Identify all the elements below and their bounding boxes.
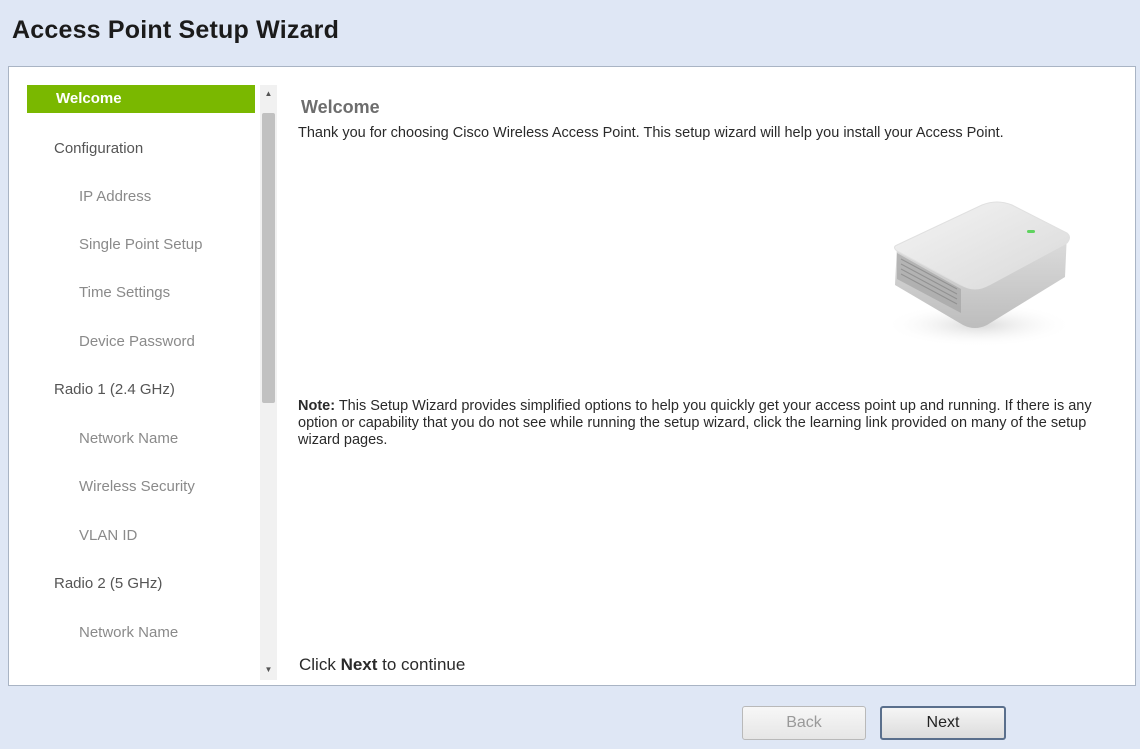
wizard-content-frame: Welcome Configuration IP Address Single … (8, 66, 1136, 686)
access-point-device-icon (884, 201, 1074, 347)
nav-item-network-name-radio-2[interactable]: Network Name (27, 618, 267, 648)
nav-item-ip-address[interactable]: IP Address (27, 182, 267, 212)
continue-suffix: to continue (377, 655, 466, 674)
page-heading: Welcome (301, 97, 380, 117)
title-bar: Access Point Setup Wizard (0, 0, 1140, 66)
note-text: Note: This Setup Wizard provides simplif… (298, 398, 1128, 449)
next-button[interactable]: Next (880, 706, 1006, 740)
nav-item-device-password[interactable]: Device Password (27, 327, 267, 357)
sidebar-scrollbar[interactable]: ▲ ▼ (260, 85, 277, 680)
continue-bold-next: Next (340, 655, 378, 674)
nav-item-vlan-id[interactable]: VLAN ID (27, 521, 267, 551)
scroll-down-arrow-icon[interactable]: ▼ (260, 663, 277, 677)
scroll-up-arrow-icon[interactable]: ▲ (260, 87, 277, 101)
nav-item-time-settings[interactable]: Time Settings (27, 278, 267, 308)
note-body: This Setup Wizard provides simplified op… (298, 398, 1092, 448)
nav-item-wireless-security[interactable]: Wireless Security (27, 472, 267, 502)
scrollbar-thumb[interactable] (262, 113, 275, 403)
nav-item-radio-2[interactable]: Radio 2 (5 GHz) (27, 569, 267, 599)
intro-text: Thank you for choosing Cisco Wireless Ac… (298, 125, 1004, 141)
continue-instruction: Click Next to continue (299, 655, 465, 675)
nav-item-network-name-radio-1[interactable]: Network Name (27, 424, 267, 454)
nav-item-single-point-setup[interactable]: Single Point Setup (27, 230, 267, 260)
continue-prefix: Click (299, 655, 341, 674)
nav-item-radio-1[interactable]: Radio 1 (2.4 GHz) (27, 375, 267, 405)
nav-item-configuration[interactable]: Configuration (27, 134, 267, 164)
wizard-nav-sidebar: Welcome Configuration IP Address Single … (27, 85, 267, 680)
nav-item-welcome[interactable]: Welcome (27, 85, 255, 113)
window-title: Access Point Setup Wizard (12, 16, 340, 44)
note-label: Note: (298, 398, 336, 414)
back-button[interactable]: Back (742, 706, 866, 740)
